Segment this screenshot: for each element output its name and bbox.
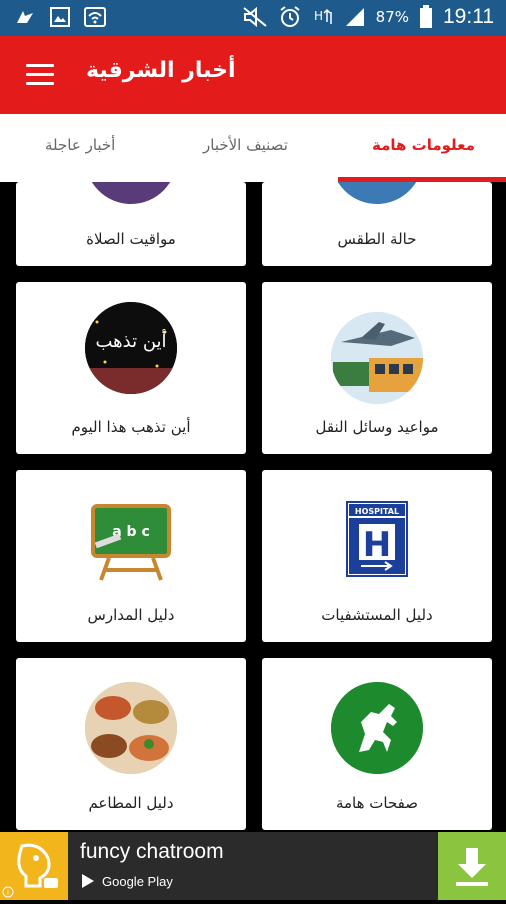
status-bar: H 87% 19:11: [0, 0, 506, 36]
info-grid: حالة الطقس مواقيت الصلاة مواعيد وسائل ال…: [0, 182, 506, 830]
download-button[interactable]: [438, 832, 506, 900]
prayer-times-icon: [85, 182, 177, 204]
card-label: دليل المطاعم: [88, 794, 174, 812]
card-label: أين تذهب هذا اليوم: [71, 418, 191, 436]
mute-icon: [243, 6, 267, 28]
card-label: مواقيت الصلاة: [86, 230, 176, 248]
card-weather[interactable]: حالة الطقس: [262, 182, 492, 266]
signal-icon: [345, 8, 364, 26]
ad-store-label: Google Play: [102, 873, 173, 889]
menu-icon[interactable]: [26, 64, 54, 86]
data-h-icon: H: [314, 8, 332, 24]
card-schools[interactable]: a b c دليل المدارس: [16, 470, 246, 642]
ad-banner[interactable]: funcy chatroom Google Play i: [0, 832, 506, 900]
card-label: حالة الطقس: [337, 230, 417, 248]
card-label: دليل المدارس: [87, 606, 175, 624]
ad-store: Google Play: [80, 873, 173, 889]
svg-text:H: H: [363, 525, 391, 565]
app-title: أخبار الشرقية: [86, 58, 236, 83]
transport-icon: [331, 312, 423, 404]
card-where-to-go[interactable]: أين تذهب أين تذهب هذا اليوم: [16, 282, 246, 454]
card-label: مواعيد وسائل النقل: [315, 418, 439, 436]
ad-title: funcy chatroom: [80, 840, 224, 863]
app-bar: أخبار الشرقية: [0, 36, 506, 114]
tab-news-categories[interactable]: تصنيف الأخبار: [203, 136, 288, 154]
wifi-icon: [84, 7, 106, 27]
card-label: صفحات هامة: [335, 794, 419, 812]
tab-important-info[interactable]: معلومات هامة: [372, 136, 475, 154]
battery-icon: [420, 5, 432, 28]
card-restaurants[interactable]: دليل المطاعم: [16, 658, 246, 830]
battery-percent: 87%: [375, 8, 409, 26]
hospital-sign-icon: HOSPITAL H: [331, 494, 423, 586]
card-hospitals[interactable]: HOSPITAL H دليل المستشفيات: [262, 470, 492, 642]
weather-icon: [331, 182, 423, 204]
svg-text:i: i: [7, 889, 9, 897]
where-to-go-image-text: أين تذهب: [95, 329, 166, 352]
chalkboard-icon: a b c: [85, 494, 177, 586]
svg-text:H: H: [314, 9, 323, 23]
clock: 19:11: [443, 5, 494, 28]
usb-icon: [17, 11, 33, 23]
google-play-icon: [82, 874, 94, 888]
horse-icon: [331, 682, 423, 774]
ad-info-icon[interactable]: i: [2, 886, 14, 898]
card-transport[interactable]: مواعيد وسائل النقل: [262, 282, 492, 454]
download-icon: [456, 848, 488, 886]
tab-breaking-news[interactable]: أخبار عاجلة: [45, 136, 115, 154]
food-icon: [85, 682, 177, 774]
gallery-icon: [50, 7, 70, 27]
alarm-icon: [280, 6, 300, 27]
card-important-pages[interactable]: صفحات هامة: [262, 658, 492, 830]
card-label: دليل المستشفيات: [321, 606, 433, 624]
card-prayer-times[interactable]: مواقيت الصلاة: [16, 182, 246, 266]
where-to-go-icon: أين تذهب: [85, 302, 177, 394]
hospital-image-text: HOSPITAL: [355, 507, 399, 516]
tab-bar: معلومات هامة تصنيف الأخبار أخبار عاجلة: [0, 114, 506, 182]
